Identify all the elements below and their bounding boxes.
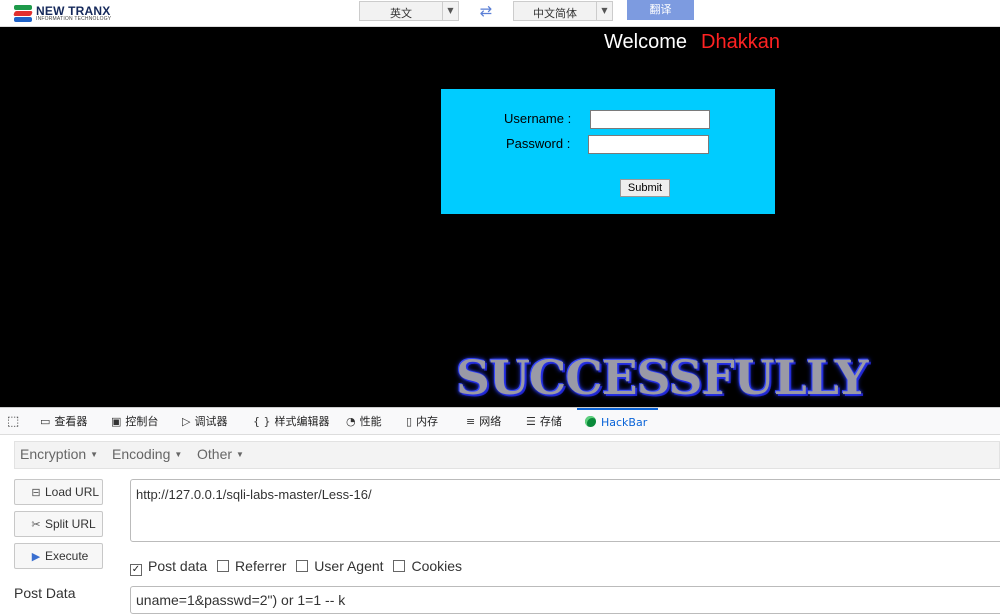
inspector-icon: ▭ [40,415,51,428]
encoding-menu[interactable]: Encoding ▼ [112,446,182,462]
tab-storage[interactable]: ☰ 存储 [526,408,562,435]
devtools-tabbar: ⬚ ▭ 查看器 ▣ 控制台 ▷ 调试器 { } 样式编辑器 ◔ 性能 ▯ 内存 ≡ 网络 ☰ 存… [0,408,1000,435]
referrer-option[interactable]: Referrer [217,558,286,574]
username-label: Username : [504,111,572,126]
debugger-icon: ▷ [182,415,191,428]
hackbar-icon [585,416,596,427]
element-picker-icon[interactable]: ⬚ [7,408,23,435]
source-language-value: 英文 [390,7,412,20]
password-input[interactable] [588,135,709,154]
cookies-option[interactable]: Cookies [393,558,462,574]
newtranx-logo: NEW TRANX INFORMATION TECHNOLOGY [13,2,112,24]
logo-name: NEW TRANX [36,3,111,18]
user-agent-checkbox[interactable] [296,560,309,572]
tab-performance[interactable]: ◔ 性能 [346,408,382,435]
post-data-label: Post Data [14,585,76,601]
network-icon: ≡ [466,415,476,428]
tab-style-editor[interactable]: { } 样式编辑器 [253,408,330,435]
logo-mark-icon [13,4,33,22]
chevron-down-icon: ▼ [442,1,458,21]
welcome-user: Dhakkan [701,31,780,53]
caret-down-icon: ▼ [174,450,183,459]
tab-network[interactable]: ≡ 网络 [466,408,501,435]
username-input[interactable] [590,110,710,129]
chevron-down-icon: ▼ [596,1,612,21]
source-language-select[interactable]: 英文 ▼ [359,1,459,21]
page-content: Welcome Dhakkan Username : Password : Sub… [0,27,1000,407]
devtools-panel: ⬚ ▭ 查看器 ▣ 控制台 ▷ 调试器 { } 样式编辑器 ◔ 性能 ▯ 内存 ≡ 网络 ☰ 存… [0,407,1000,614]
post-data-textarea[interactable]: uname=1&passwd=2") or 1=1 -- k [130,586,1000,614]
console-icon: ▣ [111,415,122,428]
load-url-icon: ⊟ [31,487,41,499]
cookies-checkbox[interactable] [393,560,406,572]
execute-button[interactable]: ▶ Execute [14,543,103,569]
password-label: Password : [506,136,571,151]
post-data-option[interactable]: ✓ Post data [130,558,207,576]
tab-console[interactable]: ▣ 控制台 [111,408,158,435]
welcome-heading: Welcome Dhakkan [604,31,780,54]
hackbar-menu: Encryption ▼ Encoding ▼ Other ▼ [14,441,1000,469]
tab-hackbar[interactable]: HackBar [577,408,658,435]
tab-inspector[interactable]: ▭ 查看器 [40,408,87,435]
performance-icon: ◔ [346,415,356,428]
tab-debugger[interactable]: ▷ 调试器 [182,408,227,435]
post-data-checkbox[interactable]: ✓ [130,564,142,576]
url-textarea[interactable]: http://127.0.0.1/sqli-labs-master/Less-1… [130,479,1000,542]
user-agent-option[interactable]: User Agent [296,558,384,574]
hackbar-options: ✓ Post data Referrer User Agent Cookies [130,558,468,576]
referrer-checkbox[interactable] [217,560,230,572]
load-url-button[interactable]: ⊟ Load URL [14,479,103,505]
welcome-text: Welcome [604,31,687,53]
logo-tagline: INFORMATION TECHNOLOGY [36,15,112,22]
style-editor-icon: { } [253,415,271,428]
login-form: Username : Password : Submit [441,89,775,214]
other-menu[interactable]: Other ▼ [197,446,244,462]
storage-icon: ☰ [526,415,536,428]
play-icon: ▶ [31,551,41,563]
memory-icon: ▯ [406,415,413,428]
swap-languages-icon[interactable]: ⇄ [474,2,498,20]
translate-button[interactable]: 翻译 [627,0,694,20]
submit-button[interactable]: Submit [620,179,670,197]
success-banner: SUCCESSFULLY [456,351,868,406]
tab-memory[interactable]: ▯ 内存 [406,408,438,435]
target-language-value: 中文简体 [533,7,577,20]
split-url-button[interactable]: ✂ Split URL [14,511,103,537]
target-language-select[interactable]: 中文简体 ▼ [513,1,613,21]
translator-bar: NEW TRANX INFORMATION TECHNOLOGY 英文 ▼ ⇄ … [0,0,1000,27]
caret-down-icon: ▼ [90,450,99,459]
encryption-menu[interactable]: Encryption ▼ [20,446,98,462]
caret-down-icon: ▼ [236,450,244,459]
scissors-icon: ✂ [31,519,41,531]
